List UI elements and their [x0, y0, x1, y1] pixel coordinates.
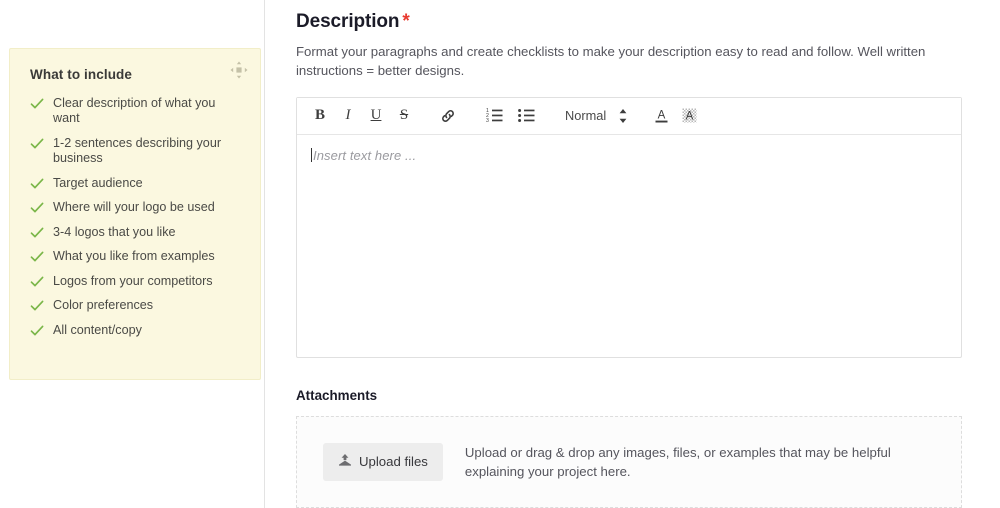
- description-help-text: Format your paragraphs and create checkl…: [296, 44, 926, 79]
- required-marker: *: [402, 11, 410, 32]
- upload-icon: [338, 453, 352, 470]
- paragraph-style-select[interactable]: Normal: [565, 108, 606, 123]
- upload-files-label: Upload files: [359, 454, 428, 470]
- page-title-text: Description: [296, 11, 400, 32]
- list-item-label: Color preferences: [53, 298, 154, 313]
- list-item: 3-4 logos that you like: [30, 225, 240, 240]
- updown-stepper-icon[interactable]: [612, 103, 634, 129]
- move-handle-icon[interactable]: [230, 61, 248, 79]
- list-item: 1-2 sentences describing your business: [30, 136, 240, 167]
- include-list: Clear description of what you want 1-2 s…: [30, 96, 240, 338]
- text-background-color-icon[interactable]: A: [676, 103, 702, 129]
- what-to-include-panel: What to include Clear description of wha…: [9, 48, 261, 380]
- bold-icon[interactable]: B: [307, 103, 333, 129]
- check-icon: [30, 137, 44, 151]
- list-item: Target audience: [30, 176, 240, 191]
- rich-text-editor: B I U S 1 2 3 Normal A A Insert text her…: [296, 96, 962, 358]
- list-item-label: 3-4 logos that you like: [53, 224, 176, 239]
- ordered-list-icon[interactable]: 123: [479, 103, 509, 129]
- description-section: Description * Format your paragraphs and …: [296, 0, 962, 508]
- list-item-label: Logos from your competitors: [53, 273, 213, 288]
- check-icon: [30, 177, 44, 191]
- list-item: Where will your logo be used: [30, 200, 240, 215]
- page-root: What to include Clear description of wha…: [0, 0, 1000, 508]
- list-item-label: Target audience: [53, 175, 143, 190]
- upload-files-button[interactable]: Upload files: [323, 442, 443, 481]
- list-item: Color preferences: [30, 298, 240, 313]
- attachments-title: Attachments: [296, 387, 378, 403]
- panel-title: What to include: [30, 67, 132, 82]
- list-item-label: Clear description of what you want: [53, 96, 216, 126]
- text-caret: [311, 147, 312, 162]
- list-item: Clear description of what you want: [30, 96, 240, 127]
- list-item-label: All content/copy: [53, 322, 142, 337]
- list-item-label: Where will your logo be used: [53, 200, 215, 215]
- check-icon: [30, 299, 44, 313]
- link-icon[interactable]: [435, 103, 461, 129]
- list-item-label: 1-2 sentences describing your business: [53, 135, 222, 166]
- check-icon: [30, 226, 44, 240]
- svg-text:3: 3: [486, 119, 489, 124]
- check-icon: [30, 324, 44, 338]
- svg-text:A: A: [685, 111, 693, 123]
- list-item: What you like from examples: [30, 249, 240, 264]
- check-icon: [30, 97, 44, 111]
- column-divider: [264, 0, 265, 508]
- list-item: All content/copy: [30, 323, 240, 338]
- underline-icon[interactable]: U: [363, 103, 389, 129]
- check-icon: [30, 201, 44, 215]
- svg-text:A: A: [657, 110, 665, 122]
- check-icon: [30, 250, 44, 264]
- strikethrough-icon[interactable]: S: [391, 103, 417, 129]
- dropzone-hint: Upload or drag & drop any images, files,…: [464, 444, 891, 479]
- bullet-list-icon[interactable]: [511, 103, 541, 129]
- editor-placeholder: Insert text here ...: [313, 147, 417, 163]
- page-title: Description *: [296, 11, 962, 33]
- editor-toolbar: B I U S 1 2 3 Normal A A: [297, 97, 961, 135]
- editor-text-area[interactable]: Insert text here ...: [297, 135, 961, 357]
- list-item: Logos from your competitors: [30, 274, 240, 289]
- check-icon: [30, 275, 44, 289]
- attachments-dropzone[interactable]: Upload files Upload or drag & drop any i…: [296, 415, 962, 508]
- text-color-icon[interactable]: A: [648, 103, 674, 129]
- list-item-label: What you like from examples: [53, 249, 215, 264]
- italic-icon[interactable]: I: [335, 103, 361, 129]
